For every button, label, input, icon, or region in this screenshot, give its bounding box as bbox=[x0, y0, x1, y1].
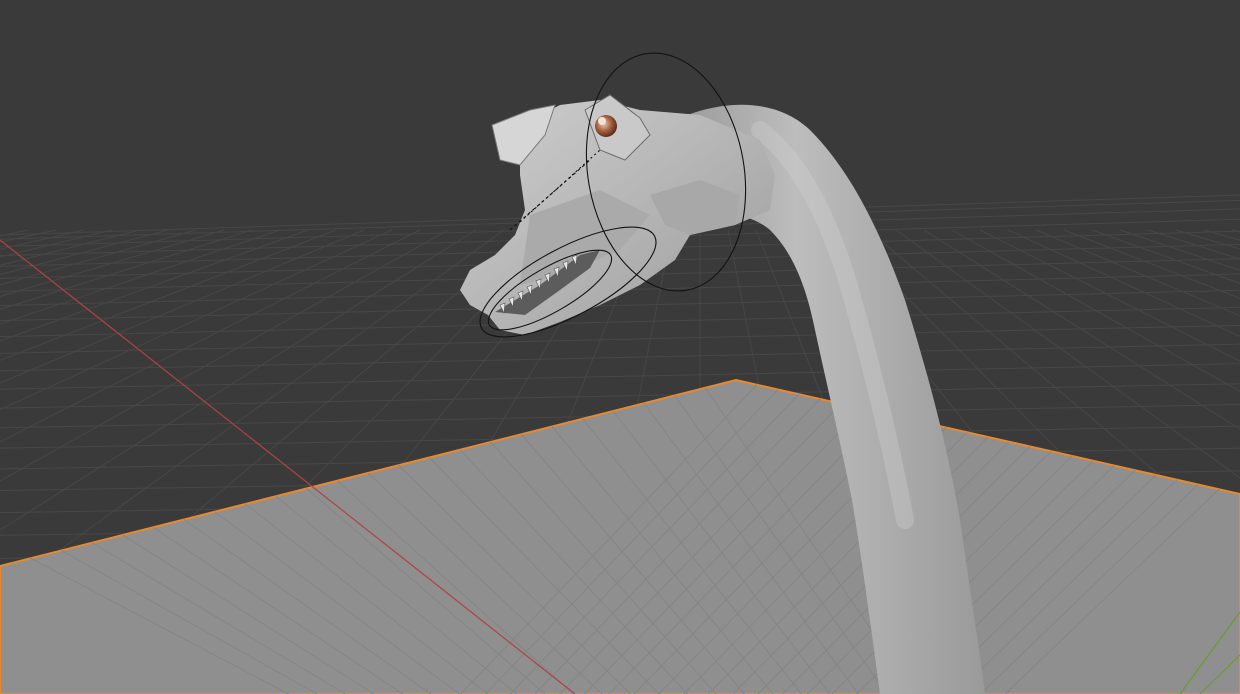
eye-highlight bbox=[598, 117, 606, 125]
3d-viewport[interactable] bbox=[0, 0, 1240, 694]
eye[interactable] bbox=[595, 115, 617, 137]
